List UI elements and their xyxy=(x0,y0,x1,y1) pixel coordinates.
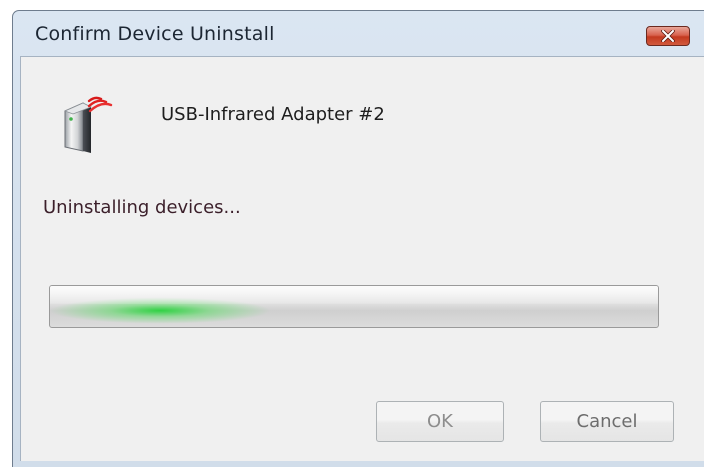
progress-bar xyxy=(49,285,659,328)
close-icon xyxy=(661,30,675,42)
dialog-window: Confirm Device Uninstall USB-Infrared Ad… xyxy=(12,10,704,467)
progress-highlight xyxy=(50,286,658,305)
infrared-device-icon xyxy=(63,96,113,153)
ok-button[interactable]: OK xyxy=(376,401,504,442)
cancel-button[interactable]: Cancel xyxy=(540,401,674,442)
dialog-content: USB-Infrared Adapter #2 Uninstalling dev… xyxy=(20,56,704,461)
device-name: USB-Infrared Adapter #2 xyxy=(161,104,385,125)
title-bar[interactable]: Confirm Device Uninstall xyxy=(13,11,704,55)
status-text: Uninstalling devices... xyxy=(43,197,241,218)
window-title: Confirm Device Uninstall xyxy=(35,23,275,45)
page: Confirm Device Uninstall USB-Infrared Ad… xyxy=(0,0,704,467)
close-button[interactable] xyxy=(646,26,690,46)
